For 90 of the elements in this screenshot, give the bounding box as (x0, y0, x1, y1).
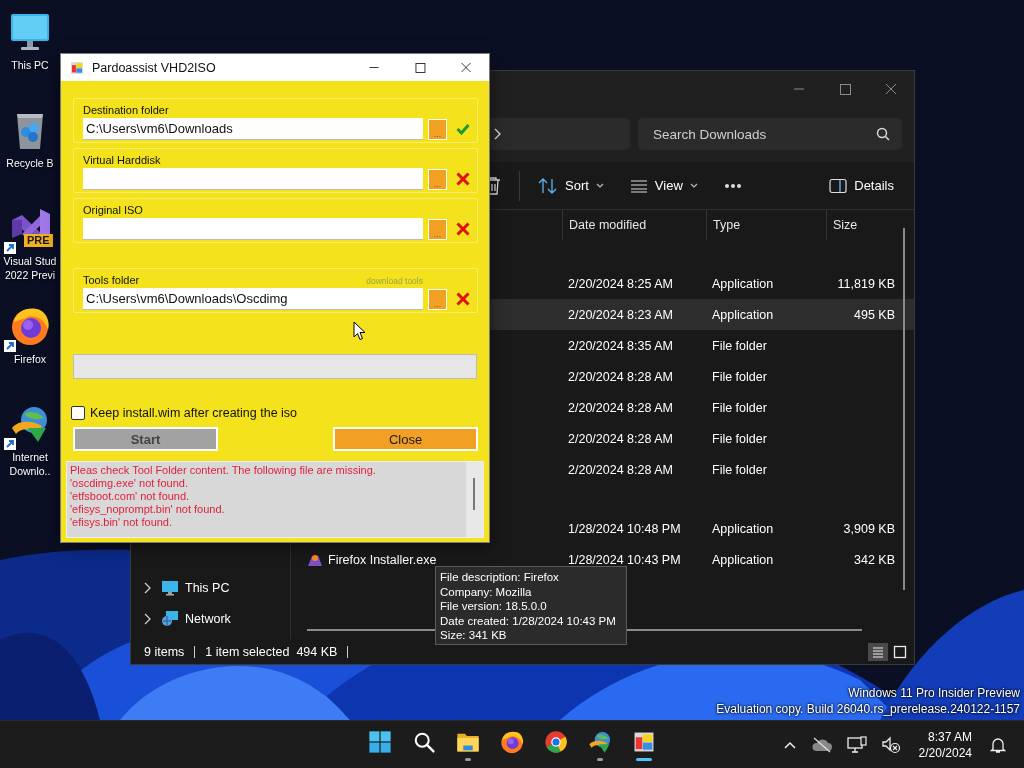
date-cell-text: 2/20/2024 8:28 AM (567, 462, 674, 477)
icon-label[interactable]: Visual Stud 2022 Previ (3, 254, 57, 282)
file-name: Firefox Installer.exe (328, 552, 437, 567)
size-cell-text: 3,909 KB (842, 521, 896, 536)
log-line: 'efisys.bin' not found. (70, 516, 174, 529)
cloud-off-icon[interactable] (810, 736, 833, 753)
icon-label[interactable]: Internet Downlo.. (9, 450, 51, 478)
date-cell-text: 1/28/2024 10:48 PM (567, 521, 682, 536)
date-cell-text: 1/28/2024 10:43 PM (567, 552, 682, 567)
type-cell-text: File folder (711, 400, 768, 415)
date-cell-text: 2/20/2024 8:23 AM (567, 307, 674, 322)
monitor-icon[interactable] (161, 579, 179, 596)
tooltip-line: Size: 341 KB (440, 628, 508, 643)
tooltip-line: File version: 18.5.0.0 (440, 599, 548, 614)
date-cell-text: 2/20/2024 8:28 AM (567, 400, 674, 415)
scrollbar[interactable] (903, 228, 905, 590)
window-title: Pardoassist VHD2ISO (92, 60, 217, 75)
icon-label[interactable]: This PC (11, 58, 49, 72)
tooltip-line: Company: Mozilla (440, 584, 533, 599)
type-cell-text: File folder (711, 431, 768, 446)
field-label: Destination folder (83, 104, 169, 116)
column-header[interactable]: Size (826, 210, 897, 240)
caret-icon[interactable] (595, 182, 604, 189)
type-cell-text: Application (711, 552, 775, 567)
log-line: 'efisys_noprompt.bin' not found. (70, 503, 226, 516)
log-line: 'etfsboot.com' not found. (70, 490, 191, 503)
badge: PRE (24, 234, 53, 247)
path-field[interactable] (83, 218, 423, 240)
view-button[interactable]: View (625, 174, 702, 197)
chevron-up-icon[interactable] (782, 739, 797, 750)
type-cell-text: File folder (711, 338, 768, 353)
dialog-button[interactable]: Close (333, 427, 478, 451)
log-line: Pleas check Tool Folder content. The following file are missing. (70, 464, 377, 477)
search-input[interactable]: Search Downloads (653, 126, 876, 142)
network-icon[interactable] (161, 610, 179, 627)
watermark-text: Evaluation copy. Build 26040.rs_prerelease.240122-1157 (716, 701, 1020, 717)
path-field[interactable] (83, 168, 423, 190)
details-view-button[interactable] (868, 642, 888, 661)
clock[interactable]: 8:37 AM 2/20/2024 (914, 728, 976, 761)
status-text: 1 item selected (205, 644, 290, 659)
column-header[interactable]: Date modified (562, 210, 706, 240)
chevron-icon[interactable] (143, 581, 151, 594)
type-cell-text: File folder (711, 369, 768, 384)
field-label: Tools folder (83, 274, 140, 286)
chevron-icon[interactable] (143, 612, 151, 625)
tooltip-line: File description: Firefox (440, 570, 560, 585)
icon-label[interactable]: Recycle B (6, 156, 54, 170)
path-field[interactable]: C:\Users\vm6\Downloads (83, 118, 423, 140)
date-cell-text: 2/20/2024 8:28 AM (567, 369, 674, 384)
cursor-icon (353, 321, 366, 341)
network-icon[interactable] (846, 735, 867, 754)
nav-item[interactable]: Network (161, 610, 231, 627)
field-label: Virtual Harddisk (83, 154, 161, 166)
speaker-muted-icon[interactable] (880, 735, 901, 754)
checkbox[interactable] (71, 406, 85, 420)
size-cell-text: 495 KB (853, 307, 896, 322)
list-icon[interactable] (629, 178, 648, 193)
more-icon[interactable] (723, 182, 742, 189)
field-label: Original ISO (83, 204, 143, 216)
scrollbar-thumb[interactable] (473, 478, 475, 510)
size-cell-text: 11,819 KB (836, 276, 896, 291)
path-field[interactable]: C:\Users\vm6\Downloads\Oscdimg (83, 288, 423, 310)
type-cell-text: Application (711, 276, 775, 291)
nav-item[interactable]: This PC (161, 579, 230, 596)
search-box[interactable]: Search Downloads (638, 118, 902, 150)
app-icon (69, 59, 85, 76)
sort-button[interactable]: Sort (534, 172, 608, 199)
type-cell-text: Application (711, 521, 775, 536)
column-header[interactable]: Type (706, 210, 826, 240)
chevron-icon[interactable] (493, 128, 501, 140)
log-line: 'oscdimg.exe' not found. (70, 477, 189, 490)
tooltip-line: Date created: 1/28/2024 10:43 PM (440, 613, 617, 628)
date-cell-text: 2/20/2024 8:28 AM (567, 431, 674, 446)
caret-icon[interactable] (689, 182, 698, 189)
panel-icon[interactable] (829, 177, 848, 194)
notification-bell-icon[interactable] (990, 735, 1006, 754)
status-text: 494 KB (296, 644, 338, 659)
search-icon[interactable] (876, 127, 890, 141)
checkbox-label[interactable]: Keep install.wim after creating the iso (90, 406, 298, 420)
size-cell-text: 342 KB (853, 552, 896, 567)
type-cell-text: File folder (711, 462, 768, 477)
start-icon[interactable] (367, 728, 393, 755)
date-cell-text: 2/20/2024 8:35 AM (567, 338, 674, 353)
chrome-icon[interactable] (543, 728, 569, 755)
details-button[interactable]: Details (825, 173, 898, 198)
icon-label[interactable]: Firefox (13, 352, 47, 366)
date-cell-text: 2/20/2024 8:25 AM (567, 276, 674, 291)
type-cell-text: Application (711, 307, 775, 322)
sort-icon[interactable] (538, 176, 558, 195)
status-text: 9 items (144, 644, 185, 659)
